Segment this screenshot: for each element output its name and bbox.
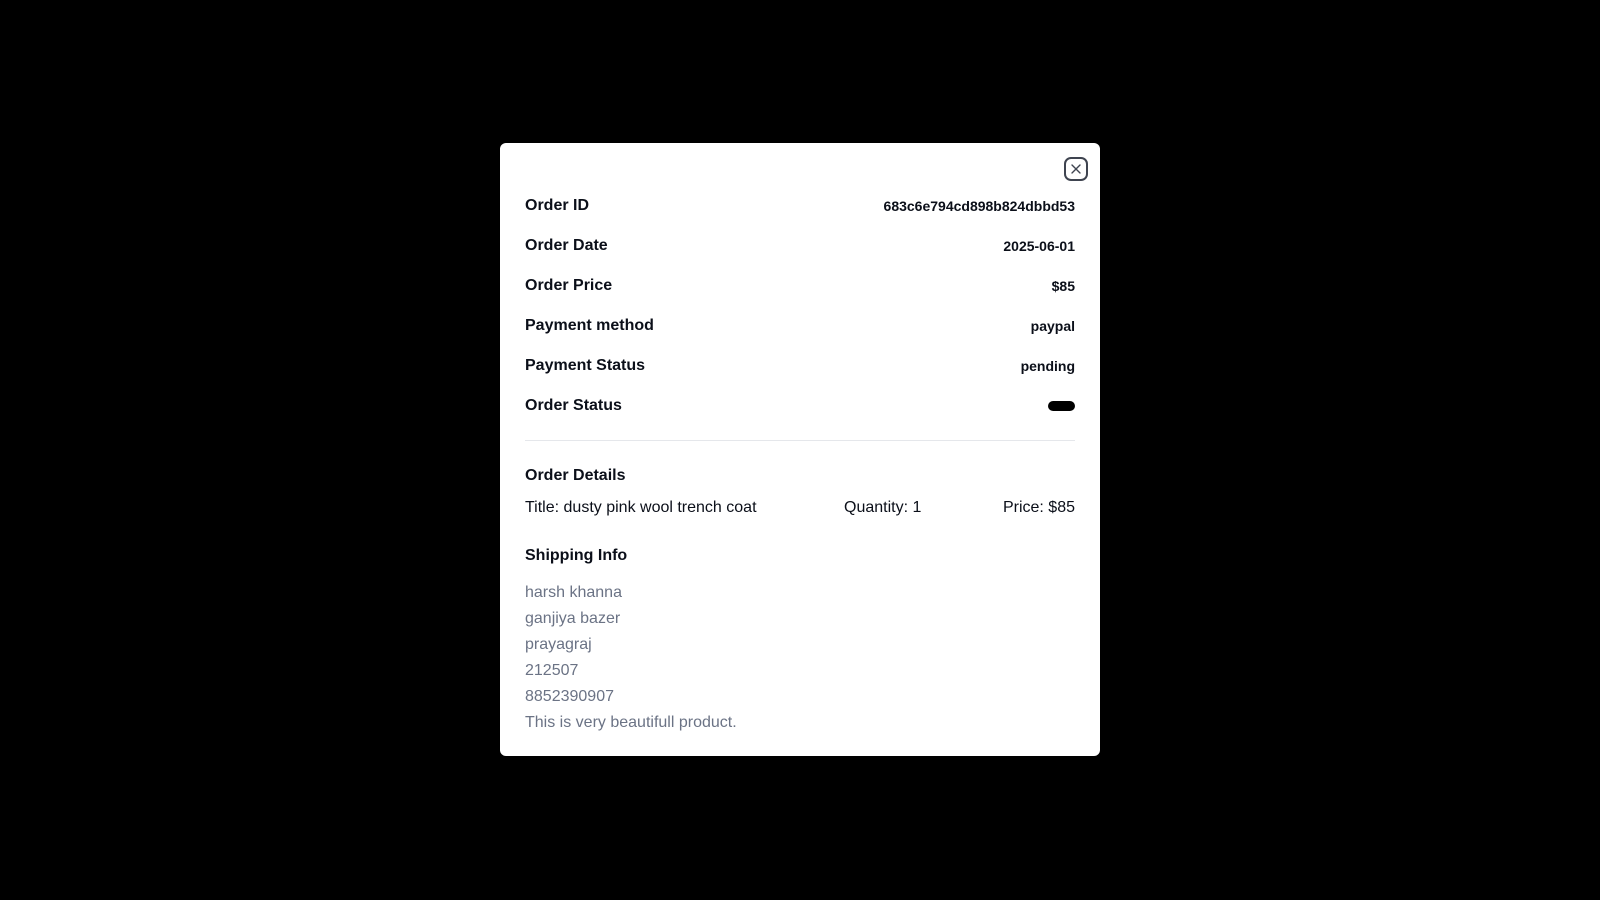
shipping-city: prayagraj xyxy=(525,636,592,653)
close-icon xyxy=(1070,163,1082,175)
order-price-label: Order Price xyxy=(525,277,613,294)
payment-method-row: Payment method paypal xyxy=(525,314,1075,338)
payment-method-value: paypal xyxy=(1030,318,1075,334)
shipping-info-list: harsh khanna ganjiya bazer prayagraj 212… xyxy=(525,580,737,736)
shipping-notes: This is very beautifull product. xyxy=(525,714,737,731)
order-status-row: Order Status xyxy=(525,394,1075,418)
divider xyxy=(525,440,1075,441)
order-details-dialog: Order ID 683c6e794cd898b824dbbd53 Order … xyxy=(500,143,1100,756)
order-date-value: 2025-06-01 xyxy=(1003,238,1075,254)
payment-status-row: Payment Status pending xyxy=(525,354,1075,378)
payment-status-label: Payment Status xyxy=(525,357,646,374)
shipping-phone: 8852390907 xyxy=(525,688,614,705)
payment-method-label: Payment method xyxy=(525,317,654,334)
close-button[interactable] xyxy=(1064,157,1088,181)
order-details-heading: Order Details xyxy=(525,467,626,484)
shipping-info-heading: Shipping Info xyxy=(525,547,628,564)
order-id-row: Order ID 683c6e794cd898b824dbbd53 xyxy=(525,194,1075,218)
order-price-value: $85 xyxy=(1051,278,1075,294)
order-id-label: Order ID xyxy=(525,197,590,214)
order-status-label: Order Status xyxy=(525,397,622,414)
shipping-pincode: 212507 xyxy=(525,662,579,679)
order-id-value: 683c6e794cd898b824dbbd53 xyxy=(883,198,1075,214)
order-item-row: Title: dusty pink wool trench coat Quant… xyxy=(525,499,1075,521)
order-status-badge xyxy=(1048,401,1075,411)
order-price-row: Order Price $85 xyxy=(525,274,1075,298)
shipping-address: ganjiya bazer xyxy=(525,610,621,627)
shipping-name: harsh khanna xyxy=(525,584,622,601)
order-date-label: Order Date xyxy=(525,237,608,254)
item-price: Price: $85 xyxy=(1002,499,1075,516)
payment-status-value: pending xyxy=(1020,358,1075,374)
item-quantity: Quantity: 1 xyxy=(844,499,922,516)
modal-backdrop[interactable]: Order ID 683c6e794cd898b824dbbd53 Order … xyxy=(0,0,1600,900)
item-title: Title: dusty pink wool trench coat xyxy=(525,499,757,516)
order-date-row: Order Date 2025-06-01 xyxy=(525,234,1075,258)
